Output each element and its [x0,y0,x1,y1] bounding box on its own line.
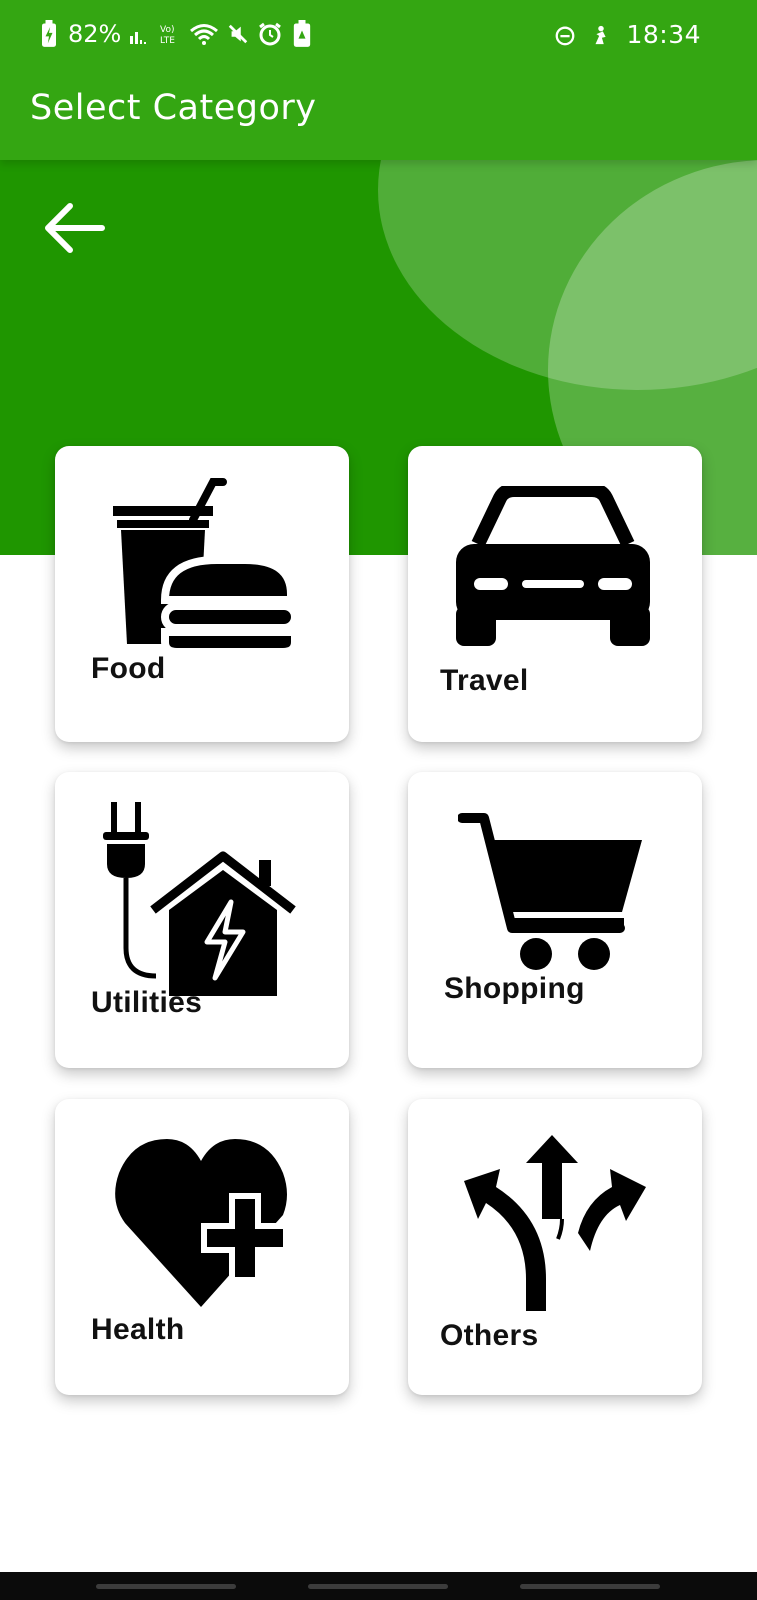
accessibility-icon [590,21,612,49]
volte-icon: Vo) LTE [159,20,181,48]
app-bar: 82% Vo) LTE 18:34 Select Category [0,0,757,160]
svg-text:LTE: LTE [160,36,175,46]
category-card-shopping[interactable]: Shopping [408,772,702,1068]
status-time: 18:34 [626,20,701,49]
back-button[interactable] [38,198,108,258]
category-label: Health [91,1313,185,1346]
battery-charging-icon [38,20,60,48]
arrow-left-icon [45,203,105,253]
signal-icon [129,20,151,48]
alarm-icon [257,20,283,48]
category-card-health[interactable]: Health [55,1099,349,1395]
wifi-icon [189,20,219,48]
svg-text:Vo): Vo) [160,25,174,35]
category-card-travel[interactable]: Travel [408,446,702,742]
category-label: Food [91,652,166,685]
system-nav-bar [0,1572,757,1600]
split-arrows-icon [460,1129,650,1319]
page-title: Select Category [30,88,317,128]
category-card-food[interactable]: Food [55,446,349,742]
category-label: Travel [440,664,529,697]
car-icon [448,483,658,656]
nav-recent-handle[interactable] [96,1584,236,1589]
category-label: Utilities [91,986,203,1019]
battery-saver-icon [291,20,313,48]
nav-home-handle[interactable] [308,1584,448,1589]
utilities-icon [101,798,301,998]
category-card-utilities[interactable]: Utilities [55,772,349,1068]
shopping-cart-icon [457,810,648,980]
food-icon [95,476,315,666]
do-not-disturb-icon [554,21,576,49]
category-label: Others [440,1319,539,1352]
mute-icon [227,20,249,48]
health-heart-icon [111,1135,291,1315]
category-label: Shopping [444,972,585,1005]
category-card-others[interactable]: Others [408,1099,702,1395]
battery-percent: 82% [68,20,122,48]
nav-back-handle[interactable] [520,1584,660,1589]
status-bar: 82% Vo) LTE 18:34 [0,0,757,72]
